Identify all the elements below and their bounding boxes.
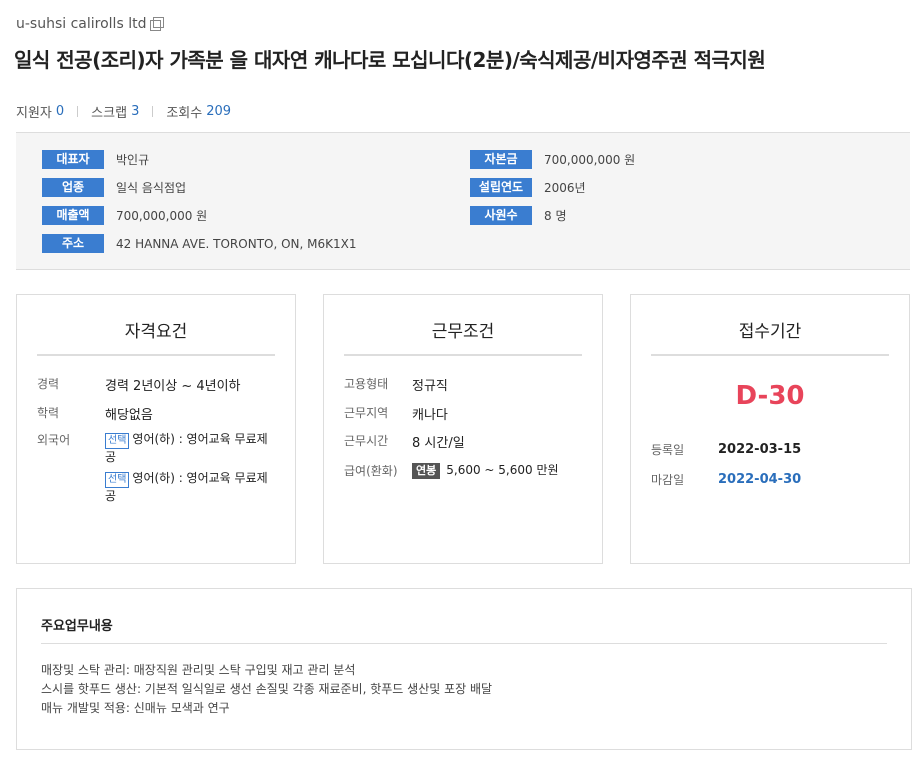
qualifications-card: 자격요건 경력 경력 2년이상 ~ 4년이하 학력 해당없음 외국어 선택 영어(… [16, 294, 296, 564]
optional-tag: 선택 [105, 472, 130, 488]
info-value: 700,000,000 원 [116, 209, 208, 223]
row-value: 경력 2년이상 ~ 4년이하 [105, 379, 241, 394]
duty-line: 스시를 핫푸드 생산: 기본적 일식일로 생선 손질및 각종 재료준비, 핫푸드… [41, 682, 493, 696]
row-value: 2022-04-30 [718, 472, 802, 487]
divider [37, 354, 275, 356]
info-value: 박인규 [116, 153, 150, 167]
conditions-card: 근무조건 고용형태 정규직 근무지역 캐나다 근무시간 8 시간/일 급여(환화… [323, 294, 603, 564]
period-card: 접수기간 D-30 등록일 2022-03-15 마감일 2022-04-30 [630, 294, 910, 564]
row-key: 마감일 [651, 473, 685, 487]
row-key: 외국어 [37, 433, 71, 447]
stat-applicants-label: 지원자 [16, 106, 52, 121]
row-value: 2022-03-15 [718, 442, 802, 457]
stat-scrap-label: 스크랩 [91, 106, 128, 121]
language-item: 선택 영어(하) : 영어교육 무료제공 [105, 431, 275, 466]
info-value: 일식 음식점업 [116, 181, 187, 195]
info-row-address: 주소 42 HANNA AVE. TORONTO, ON, M6K1X1 [42, 234, 357, 253]
cond-hours-row: 근무시간 8 시간/일 [344, 432, 465, 451]
stats-bar: 지원자 0 스크랩 3 조회수 209 [16, 102, 231, 121]
duty-line: 매뉴 개발및 적용: 신매뉴 모색과 연구 [41, 701, 230, 715]
info-row-revenue: 매출액 700,000,000 원 [42, 206, 207, 225]
qual-language-row: 외국어 선택 영어(하) : 영어교육 무료제공 선택 영어(하) : 영어교육 무… [37, 431, 275, 505]
page-title: 일식 전공(조리)자 가족분 을 대자연 캐나다로 모십니다(2분)/숙식제공/… [14, 48, 766, 72]
row-key: 경력 [37, 377, 60, 391]
row-key: 근무지역 [344, 406, 389, 420]
stat-views-value: 209 [206, 104, 232, 119]
info-row-employees: 사원수 8 명 [470, 206, 567, 225]
duties-text: 매장및 스탁 관리: 매장직원 관리및 스탁 구입및 재고 관리 분석 스시를 … [41, 661, 492, 718]
info-label: 자본금 [470, 150, 532, 169]
copy-icon[interactable] [150, 16, 165, 31]
stat-scrap-value: 3 [131, 104, 140, 119]
row-key: 근무시간 [344, 434, 389, 448]
qual-education-row: 학력 해당없음 [37, 404, 153, 423]
row-value: 8 시간/일 [412, 436, 465, 451]
card-title: 접수기간 [738, 322, 802, 342]
row-value: 정규직 [412, 379, 448, 394]
info-label: 주소 [42, 234, 104, 253]
divider [651, 354, 889, 356]
optional-tag: 선택 [105, 433, 130, 449]
d-day-counter: D-30 [735, 381, 805, 411]
info-label: 매출액 [42, 206, 104, 225]
divider [344, 354, 582, 356]
period-registered-row: 등록일 2022-03-15 [651, 441, 801, 458]
info-row-founded: 설립연도 2006년 [470, 178, 586, 197]
info-label: 설립연도 [470, 178, 532, 197]
language-list: 선택 영어(하) : 영어교육 무료제공 선택 영어(하) : 영어교육 무료제공 [105, 431, 275, 505]
stat-views-label: 조회수 [166, 106, 203, 121]
row-value: 연봉 5,600 ~ 5,600 만원 [412, 461, 559, 479]
company-name[interactable]: u-suhsi calirolls ltd [16, 16, 146, 32]
salary-type-pill: 연봉 [412, 463, 441, 479]
company-name-row: u-suhsi calirolls ltd [16, 16, 165, 32]
info-label: 업종 [42, 178, 104, 197]
info-row-ceo: 대표자 박인규 [42, 150, 149, 169]
row-key: 등록일 [651, 443, 685, 457]
card-title: 근무조건 [431, 322, 495, 342]
info-row-capital: 자본금 700,000,000 원 [470, 150, 635, 169]
company-info-box: 대표자 박인규 업종 일식 음식점업 매출액 700,000,000 원 주소 … [16, 132, 910, 270]
cond-location-row: 근무지역 캐나다 [344, 404, 448, 423]
info-value: 42 HANNA AVE. TORONTO, ON, M6K1X1 [116, 236, 357, 251]
salary-value: 5,600 ~ 5,600 만원 [446, 463, 559, 477]
info-value: 700,000,000 원 [544, 153, 636, 167]
row-key: 급여(환화) [344, 463, 398, 478]
qual-career-row: 경력 경력 2년이상 ~ 4년이하 [37, 375, 241, 394]
cond-employment-row: 고용형태 정규직 [344, 375, 448, 394]
info-row-industry: 업종 일식 음식점업 [42, 178, 186, 197]
language-item: 선택 영어(하) : 영어교육 무료제공 [105, 470, 275, 505]
info-label: 대표자 [42, 150, 104, 169]
row-key: 고용형태 [344, 377, 389, 391]
duties-section: 주요업무내용 매장및 스탁 관리: 매장직원 관리및 스탁 구입및 재고 관리 … [16, 588, 912, 750]
info-label: 사원수 [470, 206, 532, 225]
info-value: 2006년 [544, 181, 586, 195]
stat-applicants-value: 0 [55, 104, 65, 119]
card-title: 자격요건 [124, 322, 188, 342]
period-deadline-row: 마감일 2022-04-30 [651, 471, 801, 488]
info-value: 8 명 [544, 209, 567, 223]
divider [152, 106, 154, 117]
row-key: 학력 [37, 406, 60, 420]
divider [41, 643, 887, 644]
section-title: 주요업무내용 [41, 619, 113, 634]
divider [77, 106, 79, 117]
cond-salary-row: 급여(환화) 연봉 5,600 ~ 5,600 만원 [344, 461, 559, 479]
row-value: 해당없음 [105, 408, 153, 423]
row-value: 캐나다 [412, 408, 448, 423]
duty-line: 매장및 스탁 관리: 매장직원 관리및 스탁 구입및 재고 관리 분석 [41, 663, 356, 677]
